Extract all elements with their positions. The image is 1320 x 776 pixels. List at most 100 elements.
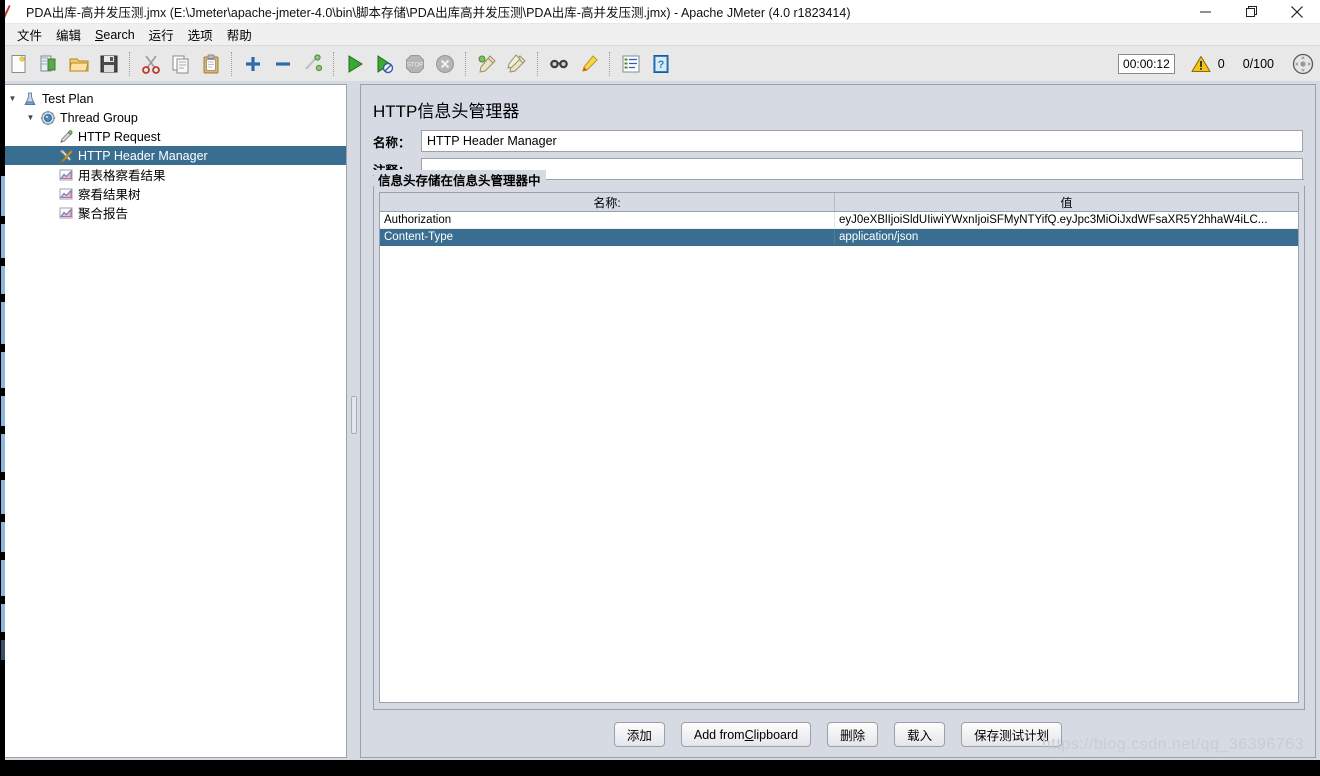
header-manager-icon [56,148,76,164]
toolbar: STOP ? 00:00:12 0 0/100 [0,46,1320,82]
warning-indicator[interactable]: 0 [1191,55,1225,73]
menu-help[interactable]: 帮助 [220,23,259,46]
view-results-table-icon [56,167,76,183]
tree-node-view-results-tree[interactable]: 察看结果树 [5,184,346,203]
group-title-rule [545,178,1304,181]
tree-node-view-results-table[interactable]: 用表格察看结果 [5,165,346,184]
toolbar-separator [333,51,335,76]
aggregate-report-icon [56,205,76,221]
tree-node-label: 用表格察看结果 [78,169,166,183]
cut-icon[interactable] [137,50,165,78]
table-row[interactable]: Authorization eyJ0eXBlIjoiSldUIiwiYWxnIj… [380,212,1298,229]
test-plan-tree: ▼ Test Plan ▼ Thread Group HTTP Request … [5,85,346,222]
add-from-clipboard-button[interactable]: Add from Clipboard [680,722,812,747]
remote-status-icon[interactable] [1292,53,1314,75]
headers-group-title: 信息头存储在信息头管理器中 [374,170,1304,189]
title-bar: PDA出库-高并发压测.jmx (E:\Jmeter\apache-jmeter… [0,0,1320,24]
warning-triangle-icon [1191,55,1211,73]
tree-node-http-request[interactable]: HTTP Request [5,127,346,146]
tree-node-test-plan[interactable]: ▼ Test Plan [5,89,346,108]
svg-text:?: ? [658,59,665,71]
toolbar-separator [231,51,233,76]
maximize-button[interactable] [1228,0,1274,23]
name-row: 名称： HTTP Header Manager [361,130,1315,152]
save-icon[interactable] [95,50,123,78]
left-edge-strip [0,0,5,776]
shutdown-icon[interactable] [431,50,459,78]
bottom-bar [0,760,1320,776]
thread-group-icon [38,110,58,126]
cell-header-name[interactable]: Authorization [380,212,835,228]
divider-grip[interactable] [351,396,357,434]
clear-icon[interactable] [473,50,501,78]
open-icon[interactable] [65,50,93,78]
delete-button[interactable]: 删除 [827,722,879,747]
thread-count: 0/100 [1242,57,1274,71]
paste-icon[interactable] [197,50,225,78]
toggle-icon[interactable] [299,50,327,78]
split-pane-divider[interactable] [348,84,358,758]
tree-node-label: Thread Group [60,110,138,125]
menu-run[interactable]: 运行 [142,23,181,46]
stop-icon[interactable]: STOP [401,50,429,78]
headers-group: 信息头存储在信息头管理器中 名称: 值 Authorization eyJ0eX… [373,170,1305,710]
start-no-pauses-icon[interactable] [371,50,399,78]
header-manager-panel: HTTP信息头管理器 名称： HTTP Header Manager 注释： 信… [360,84,1316,758]
main-split-pane: ▼ Test Plan ▼ Thread Group HTTP Request … [0,81,1320,760]
search-reset-icon[interactable] [575,50,603,78]
collapse-all-icon[interactable] [269,50,297,78]
table-header-row: 名称: 值 [380,193,1298,212]
tree-node-label: Test Plan [42,91,94,106]
view-results-tree-icon [56,186,76,202]
menu-options[interactable]: 选项 [181,23,220,46]
toolbar-separator [465,51,467,76]
toolbar-separator [129,51,131,76]
name-label: 名称： [373,135,411,150]
column-header-name[interactable]: 名称: [380,193,835,211]
toolbar-separator [609,51,611,76]
clear-all-icon[interactable] [503,50,531,78]
menu-search[interactable]: Search [88,26,142,44]
toolbar-separator [537,51,539,76]
name-input[interactable]: HTTP Header Manager [421,130,1303,152]
close-button[interactable] [1274,0,1320,23]
search-icon[interactable] [545,50,573,78]
cell-header-value[interactable]: eyJ0eXBlIjoiSldUIiwiYWxnIjoiSFMyNTYifQ.e… [835,212,1298,228]
add-button[interactable]: 添加 [613,722,665,747]
menu-bar: 文件 编辑 Search 运行 选项 帮助 [0,24,1320,46]
toolbar-status-area: 00:00:12 0 0/100 [1118,46,1314,82]
svg-text:STOP: STOP [407,62,423,68]
tree-node-label: HTTP Header Manager [78,148,208,163]
tree-node-aggregate-report[interactable]: 聚合报告 [5,203,346,222]
cell-header-value[interactable]: application/json [835,229,1298,245]
test-plan-tree-panel: ▼ Test Plan ▼ Thread Group HTTP Request … [4,84,347,758]
tree-node-label: 聚合报告 [78,207,129,221]
menu-file[interactable]: 文件 [10,23,49,46]
expand-toggle-icon[interactable]: ▼ [5,94,20,103]
http-request-icon [56,129,76,145]
minimize-button[interactable] [1182,0,1228,23]
start-icon[interactable] [341,50,369,78]
column-header-value[interactable]: 值 [835,193,1298,211]
tree-node-http-header-manager[interactable]: HTTP Header Manager [5,146,346,165]
new-icon[interactable] [5,50,33,78]
menu-edit[interactable]: 编辑 [49,23,88,46]
cell-header-name[interactable]: Content-Type [380,229,835,245]
copy-icon[interactable] [167,50,195,78]
headers-table: 名称: 值 Authorization eyJ0eXBlIjoiSldUIiwi… [379,192,1299,703]
tree-node-label: HTTP Request [78,129,161,144]
expand-all-icon[interactable] [239,50,267,78]
expand-toggle-icon[interactable]: ▼ [23,113,38,122]
warning-count: 0 [1217,57,1225,71]
window-title: PDA出库-高并发压测.jmx (E:\Jmeter\apache-jmeter… [26,6,851,20]
function-helper-icon[interactable] [617,50,645,78]
templates-icon[interactable] [35,50,63,78]
tree-node-label: 察看结果树 [78,188,141,202]
window-controls [1182,0,1320,23]
table-row[interactable]: Content-Type application/json [380,229,1298,246]
load-button[interactable]: 载入 [894,722,946,747]
tree-node-thread-group[interactable]: ▼ Thread Group [5,108,346,127]
watermark: https://blog.csdn.net/qq_36396763 [1041,736,1304,753]
jmeter-window: PDA出库-高并发压测.jmx (E:\Jmeter\apache-jmeter… [0,0,1320,760]
help-icon[interactable]: ? [647,50,675,78]
